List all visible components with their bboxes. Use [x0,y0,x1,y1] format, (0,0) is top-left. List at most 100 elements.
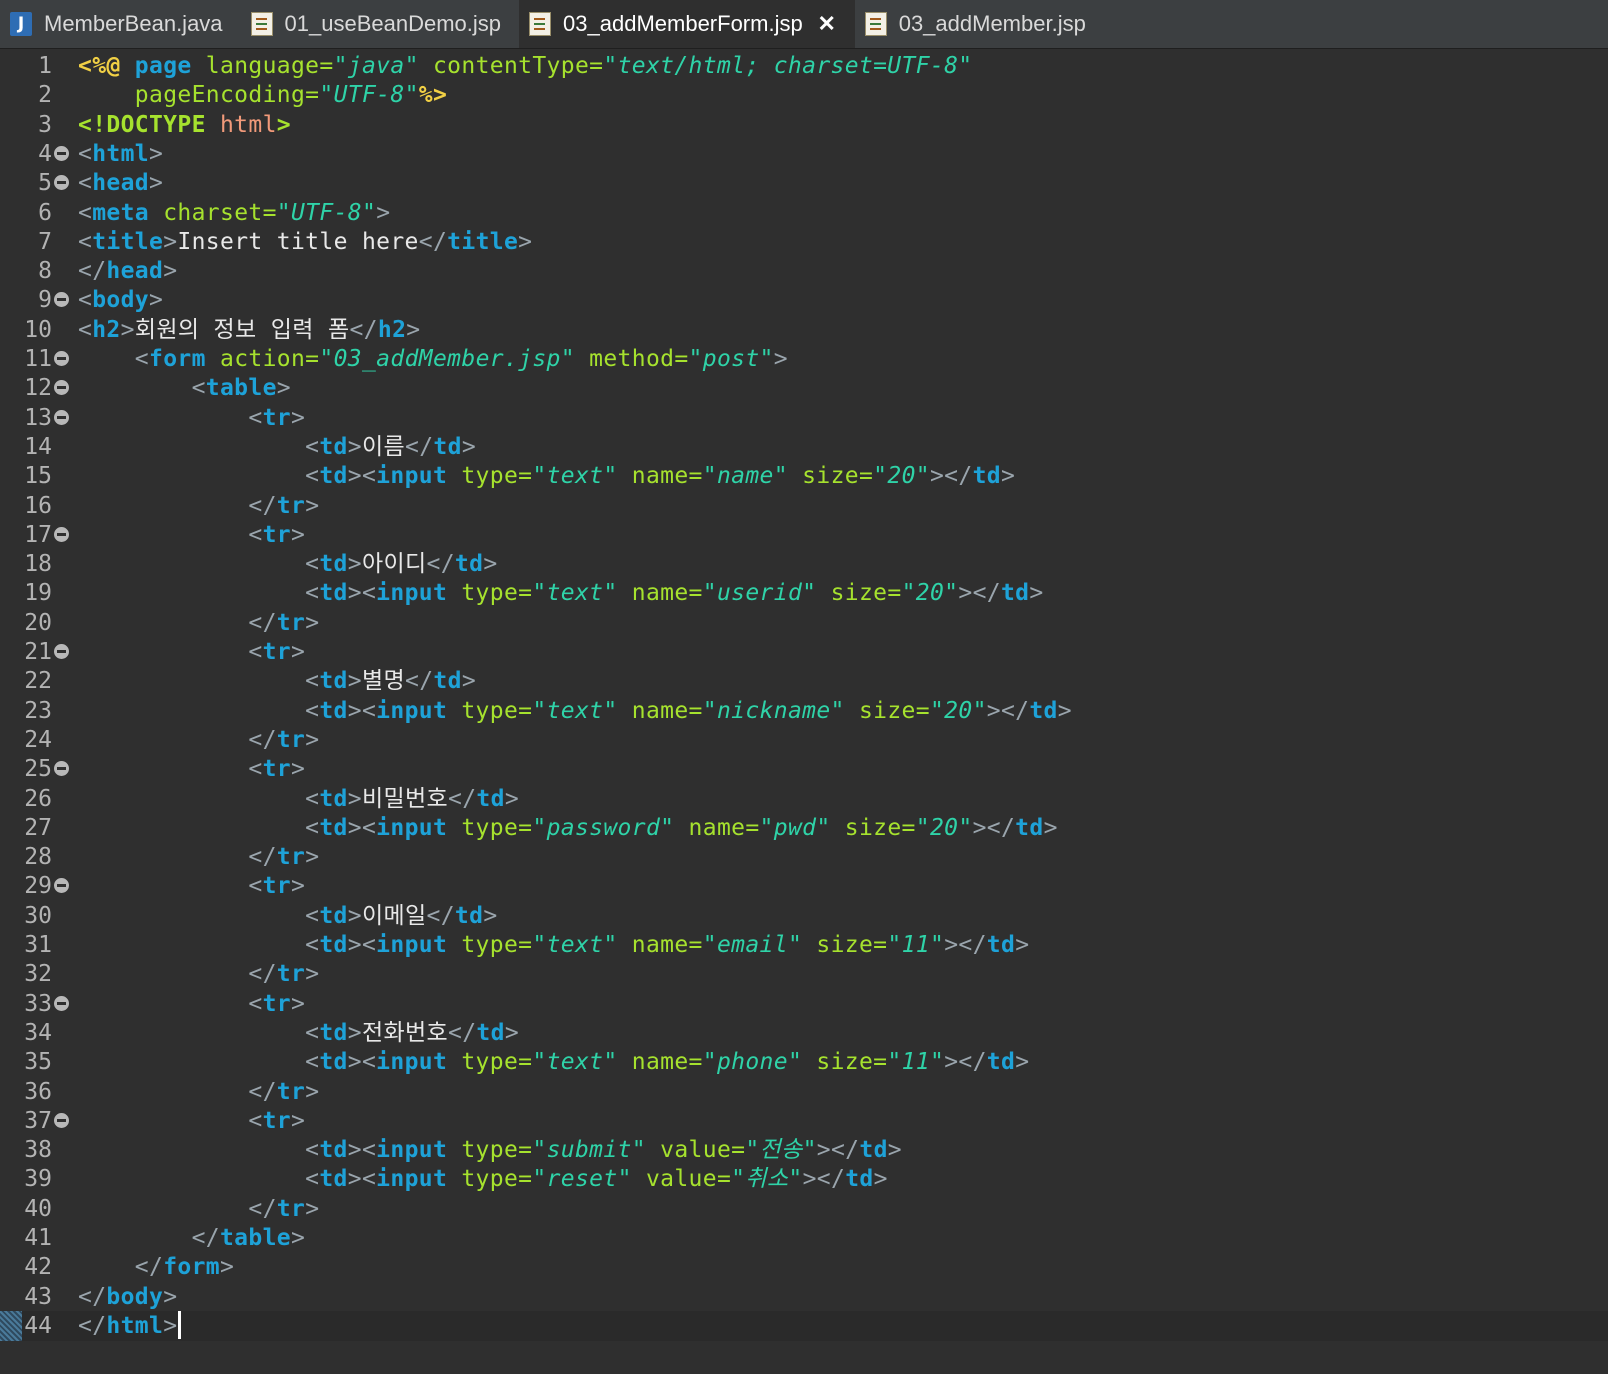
collapse-icon[interactable] [54,526,69,542]
code-token: language= [205,53,334,79]
code-token: type= [461,932,533,958]
code-line[interactable]: 8 </head> [0,256,1608,286]
code-line[interactable]: 11 <form action="03_addMember.jsp" metho… [0,344,1608,374]
tab-addmember-jsp[interactable]: 03_addMember.jsp [855,0,1104,48]
code-line[interactable]: 39 <td><input type="reset" value="취소"></… [0,1164,1608,1194]
collapse-icon[interactable] [54,409,69,425]
code-token: " [887,932,902,958]
code-token: < [305,1137,320,1164]
code-line[interactable]: 13 <tr> [0,403,1608,433]
code-line[interactable]: 16 </tr> [0,491,1608,521]
tab-usebeandemo-jsp[interactable]: 01_useBeanDemo.jsp [241,0,519,48]
code-token: size= [844,814,916,841]
code-line[interactable]: 30 <td>이메일</td> [0,901,1608,931]
collapse-icon[interactable] [54,644,69,659]
code-token: < [305,902,320,929]
code-line[interactable]: 41 </table> [0,1223,1608,1253]
code-text: <tr> [78,871,305,901]
code-line[interactable]: 5 <head> [0,168,1608,198]
code-line[interactable]: 20 </tr> [0,608,1608,638]
code-line[interactable]: 38 <td><input type="submit" value="전송"><… [0,1135,1608,1165]
close-icon[interactable]: ✕ [817,13,837,35]
code-token: tr [276,1195,306,1222]
code-line[interactable]: 6 <meta charset="UTF-8"> [0,198,1608,228]
code-line[interactable]: 32 </tr> [0,959,1608,989]
code-token: value= [660,1137,746,1164]
code-line[interactable]: 26 <td>비밀번호</td> [0,784,1608,814]
tab-addmemberform-jsp[interactable]: 03_addMemberForm.jsp ✕ [519,0,855,48]
code-line[interactable]: 36 </tr> [0,1077,1608,1107]
code-line[interactable]: 25 <tr> [0,754,1608,784]
code-token: > [1057,697,1072,724]
collapse-icon[interactable] [54,995,69,1011]
code-line[interactable]: 43 </body> [0,1282,1608,1312]
code-token: </ [248,1195,277,1222]
code-line[interactable]: 12 <table> [0,373,1608,403]
code-line[interactable]: 29 <tr> [0,871,1608,901]
code-line[interactable]: 37 <tr> [0,1106,1608,1136]
code-line[interactable]: 2 pageEncoding="UTF-8"%> [0,80,1608,110]
code-token: name= [631,580,703,607]
code-token: td [319,1137,348,1164]
code-token: 20 [929,814,959,841]
code-line[interactable]: 15 <td><input type="text" name="name" si… [0,461,1608,491]
line-number: 23 [24,697,52,724]
code-line[interactable]: 33 <tr> [0,989,1608,1019]
code-line[interactable]: 44 </html> [0,1310,1608,1341]
code-line[interactable]: 23 <td><input type="text" name="nickname… [0,696,1608,726]
code-line[interactable]: 21 <tr> [0,637,1608,667]
code-line[interactable]: 28 </tr> [0,842,1608,872]
collapse-icon[interactable] [54,1112,69,1128]
tab-memberbean-java[interactable]: J MemberBean.java [0,0,241,48]
code-line[interactable]: 17 <tr> [0,520,1608,550]
code-line[interactable]: 18 <td>아이디</td> [0,549,1608,579]
code-line[interactable]: 31 <td><input type="text" name="email" s… [0,930,1608,960]
collapse-icon[interactable] [54,292,69,308]
code-token: td [1000,580,1030,607]
code-line[interactable]: 9 <body> [0,285,1608,315]
code-token: 이메일 [361,902,427,929]
code-line[interactable]: 40 </tr> [0,1194,1608,1224]
line-number: 24 [24,726,52,753]
code-line[interactable]: 4 <html> [0,139,1608,169]
code-line[interactable]: 1 <%@ page language="java" contentType="t… [0,51,1608,81]
code-line[interactable]: 10 <h2>회원의 정보 입력 폼</h2> [0,315,1608,345]
code-text: <body> [78,285,163,315]
collapse-icon[interactable] [54,145,69,161]
code-token: >< [347,1049,377,1076]
code-line[interactable]: 34 <td>전화번호</td> [0,1018,1608,1048]
code-token: size= [816,932,888,958]
code-line[interactable]: 27 <td><input type="password" name="pwd"… [0,813,1608,843]
code-token: </ [248,961,277,988]
line-number: 25 [24,756,52,783]
code-line[interactable]: 35 <td><input type="text" name="phone" s… [0,1047,1608,1077]
code-line[interactable]: 19 <td><input type="text" name="userid" … [0,578,1608,608]
code-editor[interactable]: 1 <%@ page language="java" contentType="t… [0,49,1608,1374]
code-token: " [603,53,618,79]
code-token: post [702,346,760,372]
code-line[interactable]: 42 </form> [0,1252,1608,1282]
code-token: body [92,287,149,314]
code-line[interactable]: 14 <td>이름</td> [0,432,1608,462]
code-token: tr [276,726,306,753]
collapse-icon[interactable] [54,351,69,366]
code-token: name= [631,463,703,490]
code-line[interactable]: 22 <td>별명</td> [0,666,1608,696]
code-line[interactable]: 3 <!DOCTYPE html> [0,110,1608,140]
line-number: 15 [24,463,52,490]
code-line[interactable]: 24 </tr> [0,725,1608,755]
collapse-icon[interactable] [54,761,69,777]
code-token: tr [276,1078,306,1105]
code-token: td [476,1019,505,1046]
collapse-icon[interactable] [54,380,69,396]
collapse-icon[interactable] [54,175,69,191]
collapse-icon[interactable] [54,878,69,894]
code-token: " [702,463,717,490]
code-token: td [319,1019,348,1046]
code-line[interactable]: 7 <title>Insert title here</title> [0,227,1608,257]
